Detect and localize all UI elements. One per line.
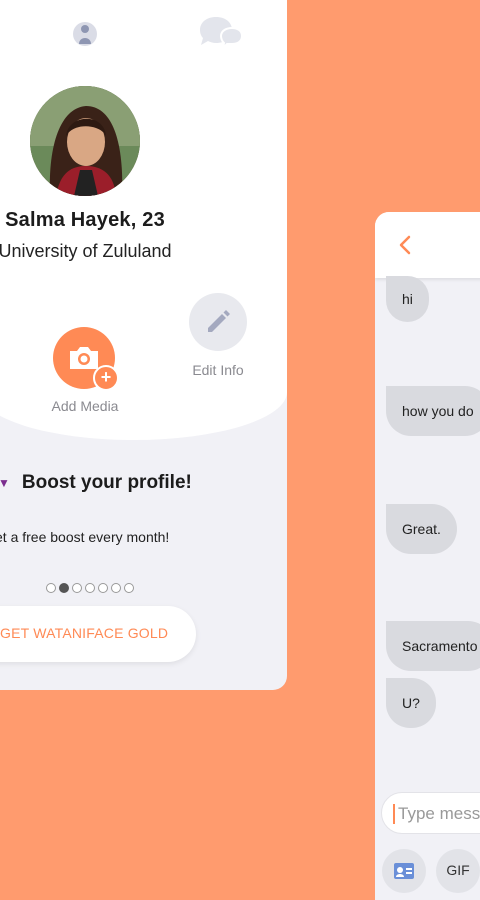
message-bubble: Great. — [386, 504, 457, 554]
add-media-label: Add Media — [51, 398, 119, 414]
contact-card-icon — [394, 863, 414, 879]
carousel-dot[interactable] — [124, 583, 134, 593]
message-bubble: how you do — [386, 386, 480, 436]
contact-card-button[interactable] — [382, 849, 426, 893]
message-input[interactable]: Type mess — [381, 792, 480, 834]
carousel-dot[interactable] — [59, 583, 69, 593]
carousel-dot[interactable] — [46, 583, 56, 593]
avatar-photo — [30, 86, 140, 196]
chevron-left-icon[interactable] — [397, 234, 413, 256]
get-gold-label: GET WATANIFACE GOLD — [0, 625, 169, 641]
carousel-dot[interactable] — [72, 583, 82, 593]
carousel-dots[interactable] — [46, 583, 134, 595]
add-media-button[interactable]: + — [53, 327, 119, 391]
profile-card: Salma Hayek, 23 University of Zululand +… — [0, 0, 287, 690]
boost-title: ▼ Boost your profile! — [0, 472, 192, 494]
chat-bubbles-icon[interactable] — [197, 14, 243, 52]
message-bubble: U? — [386, 678, 436, 728]
boost-title-text: Boost your profile! — [21, 472, 192, 493]
plus-badge-icon: + — [93, 365, 119, 391]
app-screen: Salma Hayek, 23 University of Zululand +… — [0, 0, 480, 900]
profile-avatar[interactable] — [30, 86, 140, 196]
boost-subtitle: et a free boost every month! — [0, 529, 170, 545]
message-input-placeholder: Type mess — [398, 804, 480, 823]
carousel-dot[interactable] — [85, 583, 95, 593]
carousel-dot[interactable] — [98, 583, 108, 593]
text-cursor — [393, 804, 395, 824]
profile-school: University of Zululand — [0, 241, 172, 261]
carousel-dot[interactable] — [111, 583, 121, 593]
pencil-icon — [208, 310, 230, 332]
chat-card: hi how you do Great. Sacramento U? Type … — [375, 212, 480, 900]
gif-label: GIF — [446, 862, 470, 878]
message-bubble: Sacramento — [386, 621, 480, 671]
boost-arrow-icon: ▼ — [0, 475, 10, 490]
profile-name-age: Salma Hayek, 23 — [5, 209, 165, 231]
person-icon[interactable] — [72, 20, 98, 48]
chat-header — [375, 212, 480, 278]
edit-info-button[interactable] — [189, 293, 247, 351]
message-bubble: hi — [386, 276, 429, 322]
get-gold-button[interactable]: GET WATANIFACE GOLD — [0, 606, 196, 662]
edit-info-label: Edit Info — [192, 362, 244, 378]
gif-button[interactable]: GIF — [436, 849, 480, 893]
